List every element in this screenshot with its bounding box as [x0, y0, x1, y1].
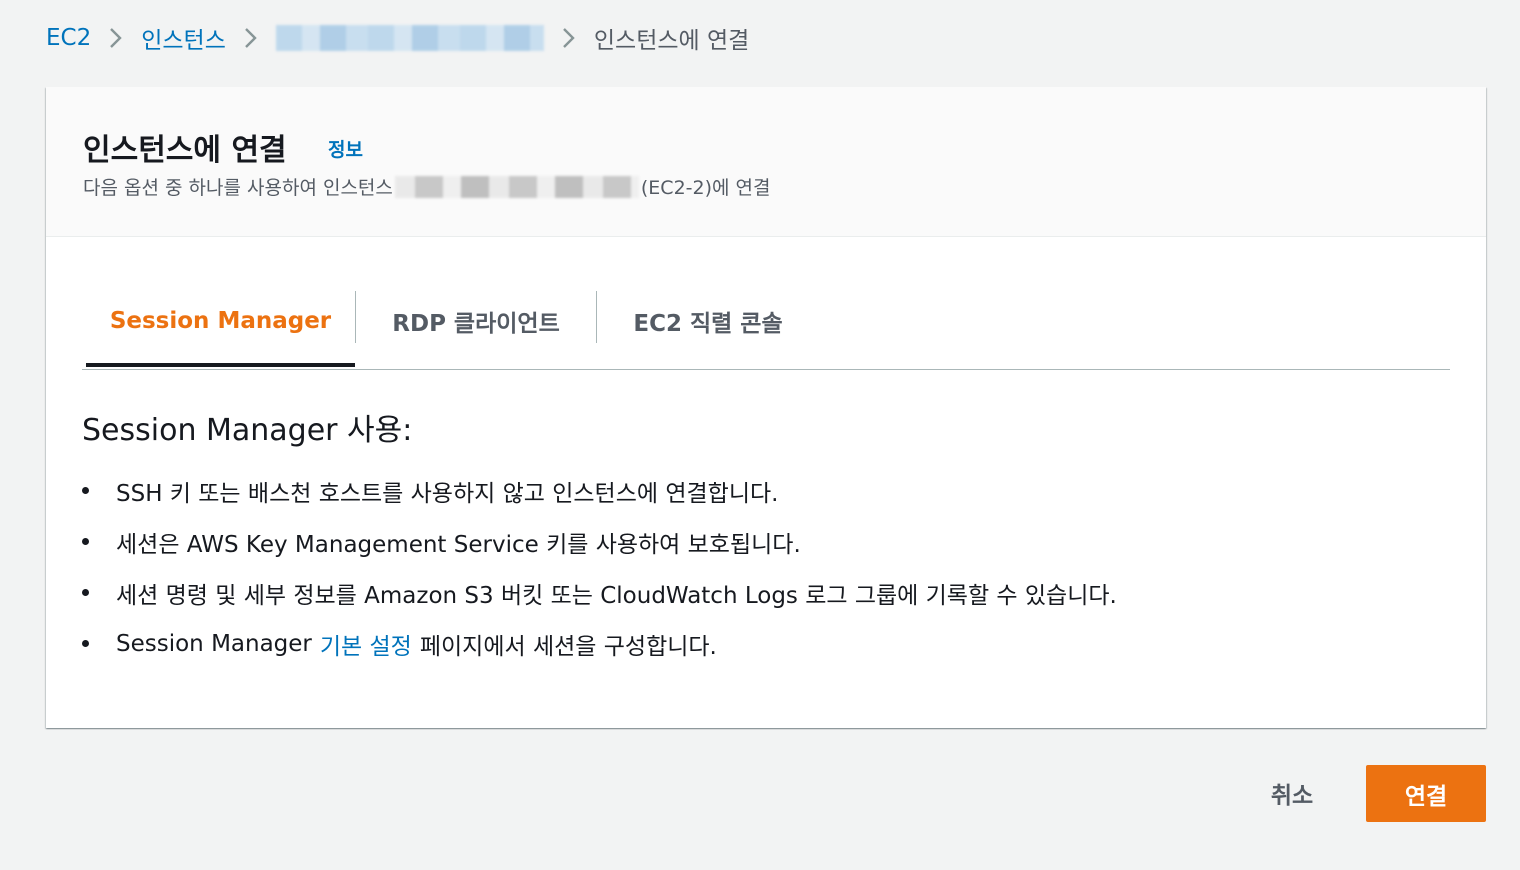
tab-rdp-client[interactable]: RDP 클라이언트	[356, 291, 596, 351]
breadcrumb-current: 인스턴스에 연결	[593, 28, 750, 54]
breadcrumb: EC2 인스턴스 인스턴스에 연결	[46, 20, 749, 56]
panel-header: 인스턴스에 연결 정보 다음 옵션 중 하나를 사용하여 인스턴스 (EC2-2…	[46, 87, 1486, 237]
chevron-right-icon	[244, 26, 258, 50]
list-item-text-prefix: Session Manager	[116, 630, 312, 657]
bullet-icon	[82, 640, 89, 647]
breadcrumb-instance-id-redacted[interactable]	[275, 25, 544, 51]
list-item-text: SSH 키 또는 배스천 호스트를 사용하지 않고 인스턴스에 연결합니다.	[116, 480, 779, 507]
connection-tabs: Session Manager RDP 클라이언트 EC2 직렬 콘솔	[82, 277, 1450, 370]
tab-session-manager[interactable]: Session Manager	[86, 291, 355, 351]
page-title: 인스턴스에 연결	[83, 133, 287, 168]
connect-button[interactable]: 연결	[1366, 765, 1486, 822]
bullet-icon	[82, 538, 89, 545]
cancel-button[interactable]: 취소	[1252, 766, 1332, 820]
description-prefix: 다음 옵션 중 하나를 사용하여 인스턴스	[83, 177, 393, 199]
panel-description: 다음 옵션 중 하나를 사용하여 인스턴스 (EC2-2)에 연결	[83, 173, 771, 200]
info-link[interactable]: 정보	[328, 135, 363, 162]
instance-id-redacted	[394, 175, 639, 198]
chevron-right-icon	[562, 26, 576, 50]
list-item: 세션 명령 및 세부 정보를 Amazon S3 버킷 또는 CloudWatc…	[82, 567, 1117, 618]
list-item: Session Manager 기본 설정 페이지에서 세션을 구성합니다.	[82, 618, 1117, 669]
chevron-right-icon	[109, 26, 123, 50]
description-suffix: (EC2-2)에 연결	[640, 177, 771, 199]
list-item: SSH 키 또는 배스천 호스트를 사용하지 않고 인스턴스에 연결합니다.	[82, 465, 1117, 516]
list-item: 세션은 AWS Key Management Service 키를 사용하여 보…	[82, 516, 1117, 567]
list-item-text: 세션 명령 및 세부 정보를 Amazon S3 버킷 또는 CloudWatc…	[116, 582, 1117, 609]
breadcrumb-instances-link[interactable]: 인스턴스	[141, 21, 226, 55]
feature-list: SSH 키 또는 배스천 호스트를 사용하지 않고 인스턴스에 연결합니다. 세…	[82, 465, 1117, 669]
bullet-icon	[82, 487, 89, 494]
bullet-icon	[82, 589, 89, 596]
active-tab-indicator	[86, 363, 355, 367]
list-item-text: 세션은 AWS Key Management Service 키를 사용하여 보…	[116, 531, 801, 558]
section-title: Session Manager 사용:	[82, 413, 413, 448]
preferences-link[interactable]: 기본 설정	[320, 627, 412, 661]
list-item-text-suffix: 페이지에서 세션을 구성합니다.	[419, 633, 717, 660]
breadcrumb-ec2-link[interactable]: EC2	[46, 25, 91, 51]
tab-ec2-serial-console[interactable]: EC2 직렬 콘솔	[597, 291, 819, 351]
connect-panel: 인스턴스에 연결 정보 다음 옵션 중 하나를 사용하여 인스턴스 (EC2-2…	[46, 87, 1486, 728]
